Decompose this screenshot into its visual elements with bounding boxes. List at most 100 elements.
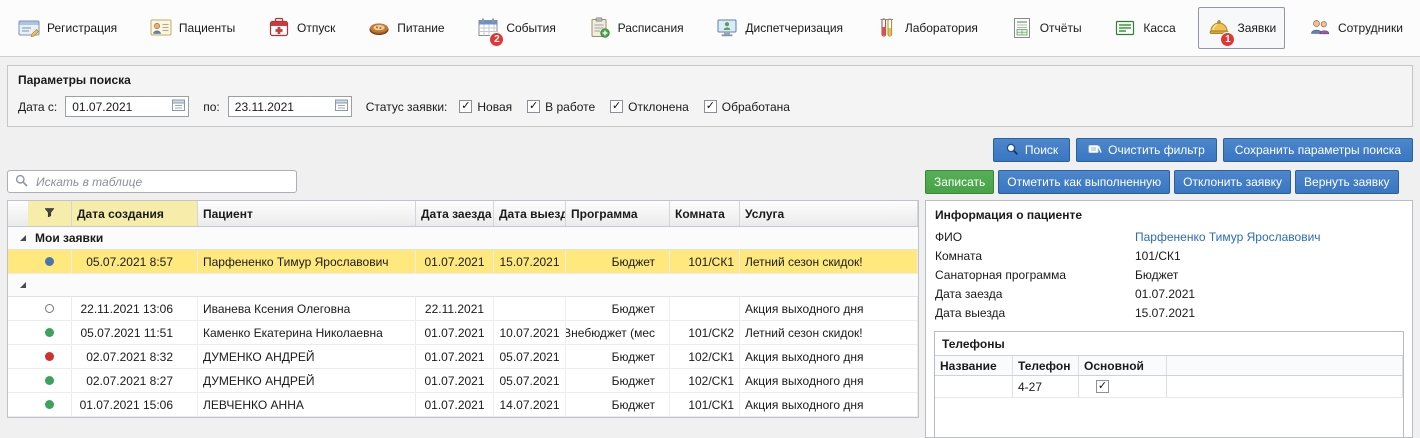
search-params-panel: Параметры поиска Дата с: 01.07.2021 по: … [7, 65, 1413, 127]
grid-header-program[interactable]: Программа [566, 201, 670, 226]
grid-body: Мои заявки05.07.2021 8:57Парфененко Тиму… [8, 227, 918, 417]
cell-patient: Парфененко Тимур Ярославович [198, 250, 416, 273]
registration-icon [17, 16, 41, 40]
toolbar-button-label: События [506, 21, 556, 35]
info-field-row: Дата выезда15.07.2021 [926, 304, 1412, 323]
table-search-input[interactable] [34, 174, 289, 190]
table-row[interactable]: 22.11.2021 13:06Иванева Ксения Олеговна2… [8, 297, 918, 321]
cell-room: 101/СК1 [670, 393, 740, 416]
checkbox-icon[interactable]: ✓ [610, 100, 623, 113]
grid-header-patient[interactable]: Пациент [198, 201, 416, 226]
primary-checkbox[interactable]: ✓ [1096, 380, 1109, 393]
group-row[interactable] [8, 274, 918, 297]
main-content: Дата созданияПациентДата заездаДата выез… [7, 170, 1413, 438]
cell-created: 02.07.2021 8:32 [72, 345, 198, 368]
cell-patient: Каменко Екатерина Николаевна [198, 321, 416, 344]
group-expand-icon[interactable] [20, 282, 26, 288]
phone-number-cell: 4-27 [1013, 376, 1079, 397]
cell-program: Бюджет [566, 297, 670, 320]
save-search-params-button[interactable]: Сохранить параметры поиска [1223, 138, 1413, 162]
cell-patient: ДУМЕНКО АНДРЕЙ [198, 345, 416, 368]
phone-row[interactable]: 4-27 ✓ [935, 376, 1403, 398]
table-row[interactable]: 02.07.2021 8:32ДУМЕНКО АНДРЕЙ01.07.20210… [8, 345, 918, 369]
patient-info-panel: Информация о пациенте ФИОПарфененко Тиму… [925, 200, 1413, 438]
grid-header-arrival[interactable]: Дата заезда [416, 201, 494, 226]
toolbar-button-patients[interactable]: Пациенты [140, 7, 244, 49]
row-gutter [8, 321, 28, 344]
toolbar-button-dispatch[interactable]: Диспетчеризация [706, 7, 852, 49]
toolbar-button-label: Диспетчеризация [745, 21, 843, 35]
cell-arrival: 01.07.2021 [416, 345, 494, 368]
cell-created: 05.07.2021 8:57 [72, 250, 198, 273]
phone-primary-cell: ✓ [1079, 376, 1167, 397]
checkbox-icon[interactable]: ✓ [527, 100, 540, 113]
group-row[interactable]: Мои заявки [8, 227, 918, 250]
toolbar-button-cash[interactable]: Касса [1104, 7, 1184, 49]
status-checkbox-1[interactable]: ✓ В работе [527, 100, 595, 114]
cell-patient: Иванева Ксения Олеговна [198, 297, 416, 320]
checkbox-label: В работе [545, 100, 595, 114]
toolbar-button-nutrition[interactable]: Питание [358, 7, 453, 49]
return-request-label: Вернуть заявку [1304, 175, 1390, 189]
group-expand-icon[interactable] [20, 235, 26, 241]
vacation-icon [267, 16, 291, 40]
checkbox-icon[interactable]: ✓ [704, 100, 717, 113]
table-row[interactable]: 01.07.2021 15:06ЛЕВЧЕНКО АННА01.07.2021 1… [8, 393, 918, 417]
reject-request-button[interactable]: Отклонить заявку [1174, 170, 1291, 194]
status-checkbox-2[interactable]: ✓ Отклонена [610, 100, 689, 114]
status-dot-green [45, 400, 54, 409]
cell-created: 01.07.2021 15:06 [72, 393, 198, 416]
toolbar-button-registration[interactable]: Регистрация [8, 7, 126, 49]
info-field-label: Дата заезда [935, 287, 1135, 302]
search-button[interactable]: Поиск [993, 138, 1070, 162]
toolbar-button-schedules[interactable]: Расписания [579, 7, 693, 49]
row-gutter [8, 250, 28, 273]
row-status-cell [28, 393, 72, 416]
cell-arrival: 01.07.2021 [416, 393, 494, 416]
clear-filter-label: Очистить фильтр [1108, 143, 1205, 157]
calendar-icon[interactable] [335, 99, 348, 114]
table-search[interactable] [7, 170, 297, 193]
date-from-input[interactable]: 01.07.2021 [65, 96, 189, 117]
toolbar-button-staff[interactable]: Сотрудники [1299, 7, 1412, 49]
checkbox-label: Отклонена [628, 100, 689, 114]
grid-header-created[interactable]: Дата создания [72, 201, 198, 226]
table-row[interactable]: 05.07.2021 8:57Парфененко Тимур Ярославо… [8, 250, 918, 274]
mark-done-button[interactable]: Отметить как выполненную [998, 170, 1170, 194]
clear-filter-button[interactable]: Очистить фильтр [1076, 138, 1217, 162]
table-row[interactable]: 02.07.2021 8:27ДУМЕНКО АНДРЕЙ01.07.20210… [8, 369, 918, 393]
return-request-button[interactable]: Вернуть заявку [1295, 170, 1399, 194]
toolbar-button-requests[interactable]: Заявки1 [1198, 7, 1285, 49]
calendar-icon[interactable] [172, 99, 185, 114]
toolbar-button-events[interactable]: События2 [467, 7, 565, 49]
toolbar-button-label: Касса [1143, 21, 1175, 35]
grid-header-service[interactable]: Услуга [740, 201, 918, 226]
cell-created: 05.07.2021 11:51 [72, 321, 198, 344]
cell-service: Акция выходного дня [740, 345, 918, 368]
phones-title: Телефоны [935, 332, 1403, 355]
status-checkbox-3[interactable]: ✓Обработана [704, 100, 790, 114]
grid-header-departure[interactable]: Дата выезда [494, 201, 566, 226]
status-checkbox-0[interactable]: ✓Новая [459, 100, 512, 114]
toolbar-button-laboratory[interactable]: Лаборатория [866, 7, 987, 49]
info-field-label: Комната [935, 249, 1135, 264]
status-dot-hollow [45, 304, 54, 313]
info-field-value: Бюджет [1135, 268, 1178, 283]
cell-patient: ЛЕВЧЕНКО АННА [198, 393, 416, 416]
toolbar-button-reports[interactable]: Отчёты [1001, 7, 1091, 49]
patient-name-link[interactable]: Парфененко Тимур Ярославович [1135, 230, 1321, 245]
toolbar-button-vacation[interactable]: Отпуск [258, 7, 344, 49]
info-field-label: ФИО [935, 230, 1135, 245]
checkbox-icon[interactable]: ✓ [459, 100, 472, 113]
grid-header-status[interactable] [28, 201, 72, 226]
status-dot-green [45, 376, 54, 385]
toolbar-button-label: Лаборатория [905, 21, 978, 35]
record-button[interactable]: Записать [925, 170, 994, 194]
dispatch-icon [715, 16, 739, 40]
filter-icon[interactable] [44, 207, 55, 221]
cell-room: 101/СК2 [670, 321, 740, 344]
date-to-input[interactable]: 23.11.2021 [228, 96, 352, 117]
grid-header-room[interactable]: Комната [670, 201, 740, 226]
table-row[interactable]: 05.07.2021 11:51Каменко Екатерина Никола… [8, 321, 918, 345]
cell-arrival: 22.11.2021 [416, 297, 494, 320]
